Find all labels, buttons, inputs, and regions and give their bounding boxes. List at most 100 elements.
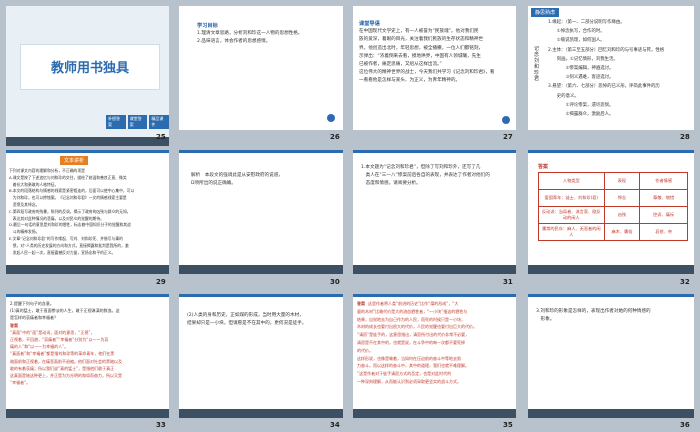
answer-label: 答案 bbox=[538, 164, 549, 170]
outline-6: ③刻义遇难，客迹选讨。 bbox=[548, 75, 614, 81]
q-line-1: 形象。 bbox=[536, 317, 555, 323]
outline-2: ②喻说凯理，如何国人。 bbox=[548, 38, 605, 44]
tag-2[interactable]: 精品课件 bbox=[149, 115, 169, 129]
slide-number-29: 29 bbox=[156, 278, 166, 286]
q-line-1: (1)真的猛士，敢于直面惨淡的人生，敢于正视淋漓的鲜血。这 bbox=[10, 308, 120, 314]
q-line-9: 斗的精神发扬。 bbox=[9, 229, 40, 235]
slide-36[interactable]: 3.刘和珍的形象是怎样的，表现出作者对她的何种情感的 形象。 bbox=[528, 294, 694, 418]
top-bar bbox=[353, 150, 516, 153]
a-line-2: 痛的人”和“以一一为幸福的人”。 bbox=[10, 344, 69, 350]
answer-label: 答案 bbox=[10, 322, 18, 328]
q-line-2: 态度和情感。请阅要分析。 bbox=[361, 181, 421, 187]
table-cell: 作者情感 bbox=[639, 172, 688, 190]
slide-number-28: 28 bbox=[680, 133, 690, 141]
table-cell: 爱国青年：徒士、刘和珍(君) bbox=[538, 189, 605, 207]
a-line-0: “真面”中的“面”是动词，面对的意思，“正视”， bbox=[10, 329, 95, 335]
table-cell: 控诉、痛斥 bbox=[639, 206, 688, 224]
tag-row: 补偿答案 课堂答案 精品课件 bbox=[106, 115, 169, 129]
section-header: 学习目标 bbox=[197, 23, 218, 29]
top-bar bbox=[179, 294, 343, 297]
slide-bar bbox=[6, 137, 169, 146]
table-row: 人物类型 表现 作者情感 bbox=[538, 172, 688, 190]
nav-icon[interactable] bbox=[502, 116, 510, 124]
analysis-line-0: 解析 本段文的强调此是从安慰政府的说道， bbox=[191, 173, 283, 178]
a-line-1: 正视着，不回避，“哀痛者”“幸福者”分别为“以一一为哀 bbox=[10, 337, 109, 343]
slide-number-27: 27 bbox=[503, 133, 513, 141]
slide-title: 教师用书独具 bbox=[50, 61, 129, 76]
outline-0: 1.缘起：（第一、二部分说明写作缘由。 bbox=[548, 20, 625, 25]
slide-34[interactable]: (2)人类的身和历史，正如煤的形成，当时用大量的木材， 结果却只是一小块，但请愿… bbox=[179, 294, 343, 418]
slide-29[interactable]: 文本讲析 下列对课文内容的理解和分析，不正确的项是 A.课文是按了下述追忆与刘和… bbox=[6, 150, 169, 274]
table-row: 爱国青年：徒士、刘和珍(君) 悍志 尊敬、惋惜 bbox=[538, 189, 688, 207]
slide-26[interactable]: 学习目标 1.理清文章思路，分析刘和珍这一人物的思想性格。 2.品味语言，体会作… bbox=[179, 6, 343, 130]
q-line-0: 1.本文题为“记念刘和珍君”，但除了写刘和珍外，还写了几 bbox=[361, 165, 481, 170]
q-line-1: A.课文是按了下述追忆与刘和珍的交往，描绘了她温和善良正直、微笑 bbox=[9, 174, 127, 180]
slide-31[interactable]: 1.本文题为“记念刘和珍君”，但除了写刘和珍外，还写了几 类人在“三一八”惨案前… bbox=[353, 150, 516, 274]
q-line-0: 下列对课文内容的理解和分析，不正确的项是 bbox=[9, 168, 85, 173]
slide-30[interactable]: 解析 本段文的强调此是从安慰政府的说道， D项所出的说正确确。 bbox=[179, 150, 343, 274]
q-line-0: (2)人类的身和历史，正如煤的形成，当时用大量的木材， bbox=[187, 313, 304, 318]
slide-bar bbox=[6, 265, 169, 274]
slide-bar bbox=[353, 265, 516, 274]
a-line-3: 木材的成长也要付出很大的代价，人民的觉醒也要付出巨大的代价。 bbox=[357, 324, 477, 330]
q-line-8: D.最后一句话的意思是刘和珍的牺牲，标志着中国知识分子的觉醒和其战 bbox=[9, 222, 131, 228]
a-line-3: “真面者”和“幸福者”都是指刘和珍等的革命青年，他们在黑 bbox=[10, 351, 115, 357]
intro-line-3: 示弹出：“浓着倒来去看，摸地哄界，中国有人领城曦，先生 bbox=[359, 53, 481, 59]
q-line-3: B.本文的段落结构与情感的线索是紧密相连的，后面可以使中心集中，可以 bbox=[9, 188, 135, 194]
q-line-1: 类人在“三一八”惨案前后各自的表现，并表达了作者对他们的 bbox=[361, 173, 490, 179]
table-row: 庸常的民众：麻人、无恶者的闲人 麻木、庸俗 哀怒、奈 bbox=[538, 223, 688, 241]
q-line-1: 结果却只是一小块，但请愿是不在其中的，更何况是徒手。 bbox=[187, 321, 307, 327]
slide-number-36: 36 bbox=[680, 421, 690, 429]
a-line-5: 请愿是不在其中的，也就是说，在斗争中的每一次都不要死掉 bbox=[357, 339, 465, 345]
slide-bar bbox=[353, 409, 516, 418]
outline-4: 刻画。①记忆情形，刘我生活。 bbox=[548, 56, 618, 62]
outline-7: 3.悬望：（第六、七部分）悲悼的已义形，评简此事件的历 bbox=[548, 84, 660, 90]
outline-5: ②惨案编辑，神遍选讨。 bbox=[548, 66, 614, 72]
slide-number-25: 25 bbox=[156, 133, 166, 141]
answer-table: 人物类型 表现 作者情感 爱国青年：徒士、刘和珍(君) 悍志 尊敬、惋惜 反动派… bbox=[538, 172, 688, 241]
a-line-5: 敢的有着哀痛；所以我们说“真的猛士”，是指他们敢于真正 bbox=[10, 365, 115, 371]
q-line-0: 2.提醒下列句子的含意。 bbox=[10, 301, 54, 306]
q-line-7: 表达其对此种情况的悲痛，以及对民众的觉醒的期待。 bbox=[9, 215, 104, 221]
slide-number-33: 33 bbox=[156, 421, 166, 429]
slide-33[interactable]: 2.提醒下列句子的含意。 (1)真的猛士，敢于直面惨淡的人生，敢于正视淋漓的鲜血… bbox=[6, 294, 169, 418]
slide-35[interactable]: 答案 这里作者将人类“前进的历史”比作“煤的形成”，“大 量的木材”比喻代价是大的… bbox=[353, 294, 516, 418]
slide-bar bbox=[6, 409, 169, 418]
a-line-0: 这里作者将人类“前进的历史”比作“煤的形成”，“大 bbox=[368, 301, 459, 306]
outline-10: ②揭露群众，激励后人。 bbox=[548, 112, 614, 118]
tag-1[interactable]: 课堂答案 bbox=[127, 115, 148, 129]
slide-27[interactable]: 课堂导语 在中国现代文学史上，有一人被誉为“民族魂”。他对我们民 族的爱深，着眼… bbox=[353, 6, 516, 130]
answer-label: 答案 bbox=[357, 301, 365, 306]
top-bar bbox=[6, 150, 169, 153]
slide-25[interactable]: 教师用书独具 补偿答案 课堂答案 精品课件 bbox=[6, 6, 169, 146]
slide-bar bbox=[179, 265, 343, 274]
q-line-6: C.第四段写政府的残暴，陈列的反讽，揭示了政府的凶残与群众的无知， bbox=[9, 208, 131, 214]
slide-32[interactable]: 答案 人物类型 表现 作者情感 爱国青年：徒士、刘和珍(君) 悍志 尊敬、惋惜 … bbox=[528, 150, 694, 274]
table-cell: 悍志 bbox=[603, 189, 641, 207]
table-cell: 庸常的民众：麻人、无恶者的闲人 bbox=[538, 223, 605, 241]
outline-9: ①评论惨案，遗尽悲悯。 bbox=[548, 102, 614, 108]
slide-28[interactable]: 静思熟虑 记念刘和珍君 1.缘起：（第一、二部分说明写作缘由。 ①悼念执写，合作… bbox=[528, 6, 694, 130]
section-header: 文本讲析 bbox=[60, 156, 89, 165]
table-cell: 人物类型 bbox=[538, 172, 605, 190]
outline-8: 史的意义。 bbox=[548, 93, 579, 99]
top-bar bbox=[528, 150, 694, 153]
slide-bar bbox=[528, 265, 694, 274]
slide-number-32: 32 bbox=[680, 278, 690, 286]
a-line-9: ”这是作者对于徒手请愿方式的否定，也是对此时代的 bbox=[357, 371, 452, 377]
a-line-1: 量的木材”比喻代价是大的流血牺牲者，“一小块”指这的牺牲与 bbox=[357, 308, 468, 314]
nav-icon[interactable] bbox=[327, 114, 335, 122]
q-line-2: 是怎样的哀痛者和幸福者？ bbox=[10, 315, 58, 321]
table-cell: 哀怒、奈 bbox=[639, 223, 688, 241]
a-line-6: 这真面是她这种更上，并正是为为光明的和如而奋力，所以又是 bbox=[10, 373, 122, 379]
a-line-6: 的代价。 bbox=[357, 347, 373, 353]
table-cell: 麻木、庸俗 bbox=[603, 223, 641, 241]
intro-line-2: 界。他创造出北时，年轻思想，被全播撒，一位人们都铭刻， bbox=[359, 45, 484, 51]
table-cell: 尊敬、惋惜 bbox=[639, 189, 688, 207]
intro-line-1: 族的爱深，着眼的目光，关注着我们民族的生存状态和精神世 bbox=[359, 37, 484, 43]
a-line-7: “幸福者”。 bbox=[10, 380, 31, 386]
tag-0[interactable]: 补偿答案 bbox=[106, 115, 126, 129]
section-header: 静思熟虑 bbox=[531, 8, 560, 17]
a-line-8: 力奋斗，而以这样的奋斗中，其中的道理，我们也就不难理解。 bbox=[357, 363, 469, 369]
title-box: 教师用书独具 bbox=[20, 44, 160, 90]
